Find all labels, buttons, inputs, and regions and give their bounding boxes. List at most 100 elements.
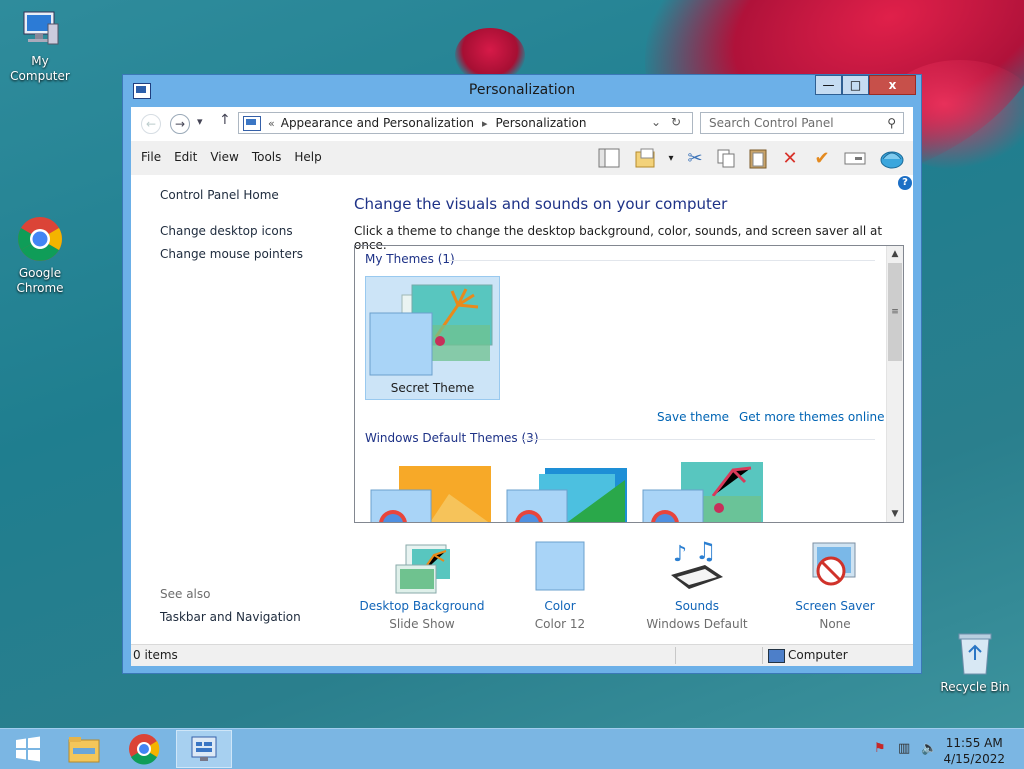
color-setting[interactable]: Color Color 12 [490,541,630,631]
page-title: Change the visuals and sounds on your co… [354,195,728,213]
sounds-icon: ♪ ♫ [667,537,727,595]
paste-icon[interactable] [746,146,770,170]
rename-icon[interactable] [843,146,867,170]
theme-card-lines-and-colors[interactable] [505,460,631,522]
breadcrumb-appearance[interactable]: Appearance and Personalization [281,116,474,130]
network-icon[interactable]: ▥ [898,741,910,756]
menu-tools[interactable]: Tools [252,150,282,164]
setting-value: Color 12 [534,617,586,631]
see-also-label: See also [160,587,211,601]
theme-list[interactable]: My Themes (1) Secret Theme Save theme Ge… [354,245,904,523]
layout-pane-icon[interactable] [597,146,621,170]
screen-saver-icon [805,541,865,595]
properties-check-icon[interactable]: ✔ [810,146,834,170]
sounds-setting[interactable]: ♪ ♫ Sounds Windows Default [627,537,767,631]
change-desktop-icons-link[interactable]: Change desktop icons [160,224,293,238]
desktop-icon-google-chrome[interactable]: Google Chrome [0,216,80,296]
navigation-bar: ← → ▾ ↑ « Appearance and Personalization… [131,107,913,141]
action-center-flag-icon[interactable]: ⚑ [874,741,886,756]
menu-file[interactable]: File [141,150,161,164]
folder-options-icon[interactable] [634,146,658,170]
breadcrumb-overflow[interactable]: « [268,117,275,130]
setting-label: Screen Saver [795,599,875,613]
desktop-icon-label: Recycle Bin [940,680,1010,694]
save-theme-link[interactable]: Save theme [657,410,729,424]
control-panel-taskbar-button[interactable] [176,730,232,768]
computer-icon [768,649,785,663]
search-placeholder: Search Control Panel [709,116,834,130]
task-pane: Control Panel Home Change desktop icons … [131,175,336,636]
volume-muted-icon[interactable]: 🔈 [921,741,937,756]
address-bar[interactable]: « Appearance and Personalization ▸ Perso… [238,112,693,134]
theme-card-windows[interactable] [369,464,495,522]
setting-value: None [819,617,851,631]
personalization-window: Personalization — □ x ← → ▾ ↑ « Appearan… [122,74,922,674]
cut-icon[interactable]: ✂ [683,146,707,170]
svg-text:♪: ♪ [673,542,687,567]
start-button[interactable] [0,730,56,768]
computer-icon [18,10,62,50]
svg-text:♫: ♫ [695,541,717,565]
desktop-icon-my-computer[interactable]: My Computer [0,10,80,84]
maximize-button[interactable]: □ [842,75,869,95]
chrome-taskbar-button[interactable] [116,730,172,768]
setting-label: Color [544,599,576,613]
help-icon[interactable]: ? [898,176,912,190]
default-themes-header[interactable]: Windows Default Themes (3) [365,431,539,445]
minimize-button[interactable]: — [815,75,842,95]
theme-label: Secret Theme [390,381,475,395]
desktop-icon-label: My Computer [10,54,70,83]
search-icon[interactable]: ⚲ [887,116,896,130]
change-mouse-pointers-link[interactable]: Change mouse pointers [160,247,303,261]
screen-saver-setting[interactable]: Screen Saver None [765,541,905,631]
setting-label: Sounds [674,599,720,613]
refresh-icon[interactable]: ↻ [671,115,681,129]
status-divider [762,647,763,664]
theme-card-flowers[interactable] [641,460,767,522]
forward-icon[interactable]: → [170,114,190,134]
copy-icon[interactable] [714,146,738,170]
status-divider [675,647,676,664]
desktop-icon-recycle-bin[interactable]: Recycle Bin [935,630,1015,695]
menu-edit[interactable]: Edit [174,150,197,164]
title-bar[interactable]: Personalization — □ x [123,75,921,107]
scroll-down-icon[interactable]: ▼ [887,506,903,522]
scroll-up-icon[interactable]: ▲ [887,246,903,262]
windows-logo-icon [16,736,40,762]
setting-label: Desktop Background [359,599,485,613]
recent-locations-icon[interactable]: ▾ [197,115,203,128]
search-input[interactable]: Search Control Panel ⚲ [700,112,904,134]
back-icon[interactable]: ← [141,114,161,134]
group-divider [447,260,875,261]
theme-shell-icon[interactable] [880,146,904,170]
theme-list-scrollbar[interactable]: ▲ ≡ ▼ [886,246,903,522]
folder-options-dropdown-icon[interactable]: ▾ [659,146,683,170]
theme-preview-icon [369,284,493,376]
taskbar-and-navigation-link[interactable]: Taskbar and Navigation [160,610,301,624]
close-button[interactable]: x [869,75,916,95]
delete-icon[interactable]: ✕ [778,146,802,170]
recycle-bin-icon [957,630,993,676]
get-more-themes-link[interactable]: Get more themes online [739,410,885,424]
status-location: Computer [788,648,848,662]
system-clock[interactable]: 11:55 AM 4/15/2022 [943,735,1005,767]
color-swatch-icon [530,541,590,595]
file-explorer-taskbar-button[interactable] [56,730,112,768]
clock-time: 11:55 AM [945,736,1003,750]
setting-value: Slide Show [389,617,455,631]
control-panel-home-link[interactable]: Control Panel Home [160,188,279,202]
address-dropdown-icon[interactable]: ⌄ [651,115,661,129]
my-themes-header[interactable]: My Themes (1) [365,252,455,266]
theme-preview-icon [506,468,627,522]
window-title: Personalization [468,82,576,98]
desktop-background-setting[interactable]: Desktop Background Slide Show [352,541,492,631]
breadcrumb-separator-icon[interactable]: ▸ [482,117,488,130]
breadcrumb-personalization[interactable]: Personalization [496,116,587,130]
menu-view[interactable]: View [210,150,238,164]
theme-card-secret-theme[interactable]: Secret Theme [365,276,500,400]
up-arrow-icon[interactable]: ↑ [219,112,231,128]
menu-help[interactable]: Help [294,150,321,164]
control-panel-icon [191,736,217,761]
clock-date: 4/15/2022 [943,752,1005,766]
scroll-thumb[interactable]: ≡ [888,263,902,361]
